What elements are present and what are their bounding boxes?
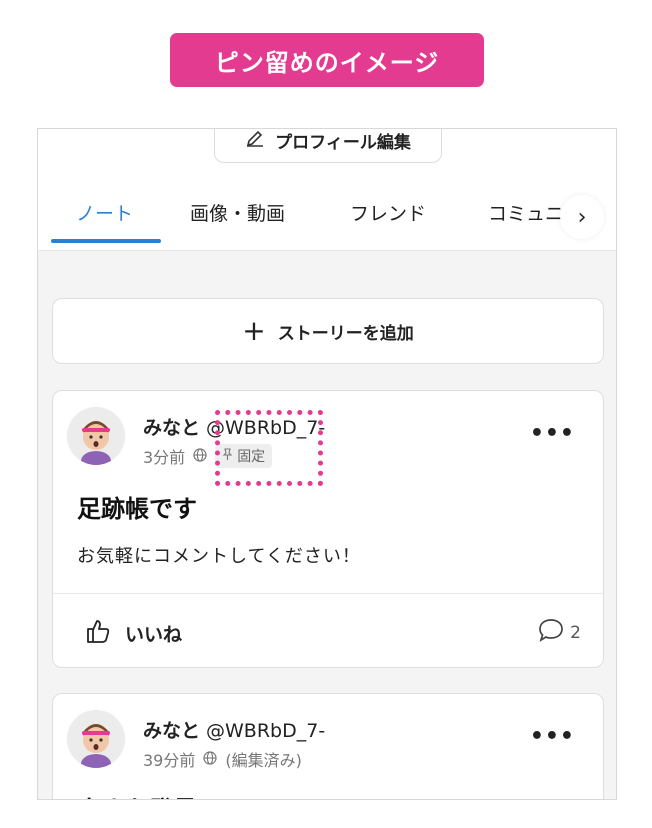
post-title: 小さな発見 xyxy=(77,790,197,799)
edit-profile-button[interactable]: プロフィール編集 xyxy=(214,129,442,163)
edited-status: (編集済み) xyxy=(225,751,302,770)
post-author[interactable]: みなと @WBRbD_7- xyxy=(143,716,325,743)
more-options-icon[interactable]: ••• xyxy=(530,724,575,749)
like-button[interactable]: いいね xyxy=(85,618,182,649)
post-card[interactable]: みなと@WBRbD_7- 39分前 (編集済み) ••• 小さな発見 xyxy=(52,693,604,799)
active-tab-indicator xyxy=(51,239,161,243)
author-name: みなと xyxy=(143,720,201,742)
author-handle: @WBRbD_7- xyxy=(206,720,326,742)
avatar[interactable] xyxy=(67,407,125,465)
add-story-button[interactable]: + ストーリーを追加 xyxy=(52,298,604,364)
pinned-highlight-box xyxy=(215,410,323,486)
profile-screen: プロフィール編集 ノート 画像・動画 フレンド コミュニ › + ストーリーを追… xyxy=(37,128,617,800)
post-time: 3分前 xyxy=(143,448,186,467)
speech-bubble-icon xyxy=(538,618,564,647)
post-divider xyxy=(53,593,603,594)
globe-icon xyxy=(203,750,217,769)
chevron-right-icon[interactable]: › xyxy=(560,195,604,239)
post-title: 足跡帳です xyxy=(77,495,197,523)
globe-icon xyxy=(193,447,207,466)
tab-community[interactable]: コミュニ xyxy=(488,199,564,226)
more-options-icon[interactable]: ••• xyxy=(530,421,575,446)
plus-icon: + xyxy=(242,314,266,347)
tab-notes[interactable]: ノート xyxy=(76,199,133,226)
post-time: 39分前 xyxy=(143,751,196,770)
post-body: お気軽にコメントしてください！ xyxy=(77,546,361,567)
comment-button[interactable]: 2 xyxy=(538,618,581,647)
post-meta: 39分前 (編集済み) xyxy=(143,747,302,771)
tab-images-videos[interactable]: 画像・動画 xyxy=(190,199,285,226)
author-name: みなと xyxy=(143,417,201,439)
edit-profile-label: プロフィール編集 xyxy=(275,132,411,153)
post-card[interactable]: みなと @WBRbD_7- 3分前 固定 ••• 足跡帳です お気軽にコメントして… xyxy=(52,390,604,668)
pencil-icon xyxy=(245,129,265,153)
tabs-divider xyxy=(38,250,616,251)
thumbs-up-icon xyxy=(85,618,111,649)
like-label: いいね xyxy=(125,624,183,646)
comment-count: 2 xyxy=(570,622,581,643)
add-story-label: ストーリーを追加 xyxy=(277,323,414,344)
tab-friends[interactable]: フレンド xyxy=(350,199,426,226)
avatar[interactable] xyxy=(67,710,125,768)
pin-image-banner: ピン留めのイメージ xyxy=(170,33,484,87)
